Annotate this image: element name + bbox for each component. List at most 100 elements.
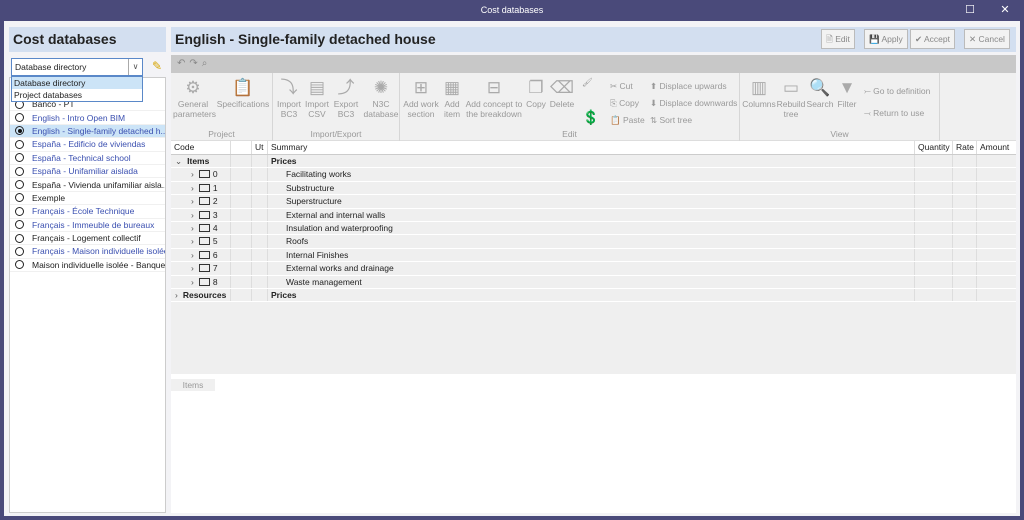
chevron-right-icon[interactable]: ›: [191, 263, 194, 273]
price-update-icon[interactable]: 💲: [582, 109, 599, 126]
database-item[interactable]: Français - Maison individuelle isolée: [10, 245, 165, 259]
n3c-icon: ✺: [373, 78, 389, 97]
database-item[interactable]: Français - École Technique: [10, 205, 165, 219]
chevron-down-icon[interactable]: ∨: [128, 59, 142, 75]
accept-button[interactable]: ✔ Accept: [910, 29, 956, 49]
displace-up-button[interactable]: ⬆ Displace upwards: [650, 81, 727, 92]
table-row[interactable]: › Resources Prices: [171, 289, 1016, 303]
header-summary[interactable]: Summary: [268, 141, 915, 154]
sort-tree-button[interactable]: ⇅ Sort tree: [650, 115, 692, 126]
delete-button[interactable]: ⌫ Delete: [548, 77, 576, 109]
database-item[interactable]: España - Edificio de viviendas: [10, 138, 165, 152]
n3c-database-button[interactable]: ✺ N3C database: [363, 77, 399, 119]
database-label: España - Vivienda unifamiliar aisla...: [32, 179, 165, 190]
cancel-button[interactable]: ✕ Cancel: [964, 29, 1010, 49]
table-row[interactable]: › 2 Superstructure: [171, 195, 1016, 209]
header-amount[interactable]: Amount: [977, 141, 1016, 154]
radio-icon[interactable]: [15, 166, 24, 176]
radio-icon[interactable]: [15, 113, 24, 123]
header-code[interactable]: Code: [171, 141, 231, 154]
table-row[interactable]: › 6 Internal Finishes: [171, 248, 1016, 263]
add-concept-button[interactable]: ⊟ Add concept to the breakdown: [464, 77, 524, 119]
radio-icon[interactable]: [15, 260, 24, 270]
database-item[interactable]: English - Single-family detached h...: [10, 124, 165, 139]
chevron-right-icon[interactable]: ›: [191, 169, 194, 179]
database-item[interactable]: España - Unifamiliar aislada: [10, 165, 165, 179]
paste-button[interactable]: 📋 Paste: [610, 115, 645, 126]
table-row[interactable]: › 5 Roofs: [171, 235, 1016, 249]
rebuild-tree-button[interactable]: ▭ Rebuild tree: [776, 77, 806, 119]
chevron-right-icon[interactable]: ›: [191, 183, 194, 193]
table-row[interactable]: ⌄ Items Prices: [171, 155, 1016, 169]
radio-icon[interactable]: [15, 153, 24, 163]
chevron-right-icon[interactable]: ›: [191, 250, 194, 260]
database-item[interactable]: Français - Immeuble de bureaux: [10, 219, 165, 232]
left-panel-title: Cost databases: [9, 27, 166, 52]
option-database-directory[interactable]: Database directory: [12, 77, 142, 89]
database-item[interactable]: Exemple: [10, 192, 165, 206]
radio-icon[interactable]: [15, 233, 24, 243]
specifications-button[interactable]: 📋 Specifications: [215, 77, 271, 109]
search-icon[interactable]: ⌕: [202, 58, 212, 69]
cut-button[interactable]: ✂ Cut: [610, 81, 633, 92]
cell-summary: Superstructure: [268, 195, 915, 208]
database-label: Français - Immeuble de bureaux: [32, 219, 155, 230]
database-item[interactable]: Maison individuelle isolée - Banque: [10, 259, 165, 273]
tab-items[interactable]: Items: [171, 379, 215, 391]
redo-icon[interactable]: ↷: [189, 58, 201, 69]
add-item-button[interactable]: ▦ Add item: [440, 77, 464, 119]
chevron-right-icon[interactable]: ›: [191, 210, 194, 220]
directory-combo[interactable]: Database directory ∨: [11, 58, 143, 76]
chevron-right-icon[interactable]: ›: [191, 223, 194, 233]
edit-button[interactable]: 🗎 Edit: [821, 29, 855, 49]
database-item[interactable]: English - Intro Open BIM: [10, 111, 165, 125]
pencil-icon[interactable]: ✎: [152, 59, 162, 73]
table-row[interactable]: › 8 Waste management: [171, 275, 1016, 289]
radio-icon[interactable]: [15, 206, 24, 216]
chevron-right-icon[interactable]: ›: [175, 290, 178, 300]
table-row[interactable]: › 4 Insulation and waterproofing: [171, 222, 1016, 236]
table-row[interactable]: › 7 External works and drainage: [171, 262, 1016, 276]
header-ut[interactable]: Ut: [252, 141, 268, 154]
add-work-section-button[interactable]: ⊞ Add work section: [402, 77, 440, 119]
radio-icon[interactable]: [15, 193, 24, 203]
maximize-icon[interactable]: ☐: [955, 0, 985, 21]
option-project-databases[interactable]: Project databases: [12, 89, 142, 101]
radio-icon[interactable]: [15, 126, 24, 136]
cell-summary: Internal Finishes: [268, 248, 915, 262]
header-quantity[interactable]: Quantity: [915, 141, 953, 154]
general-parameters-button[interactable]: ⚙ General parameters: [173, 77, 216, 119]
table-row[interactable]: › 3 External and internal walls: [171, 208, 1016, 222]
apply-button[interactable]: 💾 Apply: [864, 29, 908, 49]
table-row[interactable]: › 1 Substructure: [171, 181, 1016, 196]
copy-small-button[interactable]: ⎘ Copy: [610, 98, 639, 109]
go-to-definition-button[interactable]: ⤚ Go to definition: [864, 86, 930, 97]
chevron-right-icon[interactable]: ›: [191, 196, 194, 206]
radio-icon[interactable]: [15, 180, 24, 190]
displace-down-button[interactable]: ⬇ Displace downwards: [650, 98, 737, 109]
import-csv-button[interactable]: ▤ Import CSV: [303, 77, 331, 119]
columns-button[interactable]: ▥ Columns: [742, 77, 776, 109]
header-rate[interactable]: Rate: [953, 141, 977, 154]
cell-code: › 3: [171, 208, 231, 221]
return-to-use-button[interactable]: ⤙ Return to use: [864, 108, 924, 119]
radio-icon[interactable]: [15, 220, 24, 230]
copy-button[interactable]: ❐ Copy: [524, 77, 548, 109]
chevron-down-icon[interactable]: ⌄: [175, 156, 182, 166]
database-item[interactable]: España - Vivienda unifamiliar aisla...: [10, 178, 165, 192]
filter-button[interactable]: ▼ Filter: [834, 77, 860, 109]
undo-icon[interactable]: ↶: [177, 58, 189, 69]
database-item[interactable]: España - Technical school: [10, 152, 165, 165]
radio-icon[interactable]: [15, 139, 24, 149]
database-item[interactable]: Français - Logement collectif: [10, 232, 165, 246]
database-label: English - Single-family detached h...: [32, 125, 165, 136]
paint-roller-icon[interactable]: 🖌: [582, 77, 593, 88]
close-icon[interactable]: ✕: [990, 0, 1020, 21]
search-button[interactable]: 🔍 Search: [806, 77, 834, 109]
chevron-right-icon[interactable]: ›: [191, 277, 194, 287]
chevron-right-icon[interactable]: ›: [191, 236, 194, 246]
radio-icon[interactable]: [15, 246, 24, 256]
export-bc3-button[interactable]: ⤴ Export BC3: [331, 77, 361, 119]
table-row[interactable]: › 0 Facilitating works: [171, 168, 1016, 182]
import-bc3-button[interactable]: ⤵ Import BC3: [275, 77, 303, 119]
